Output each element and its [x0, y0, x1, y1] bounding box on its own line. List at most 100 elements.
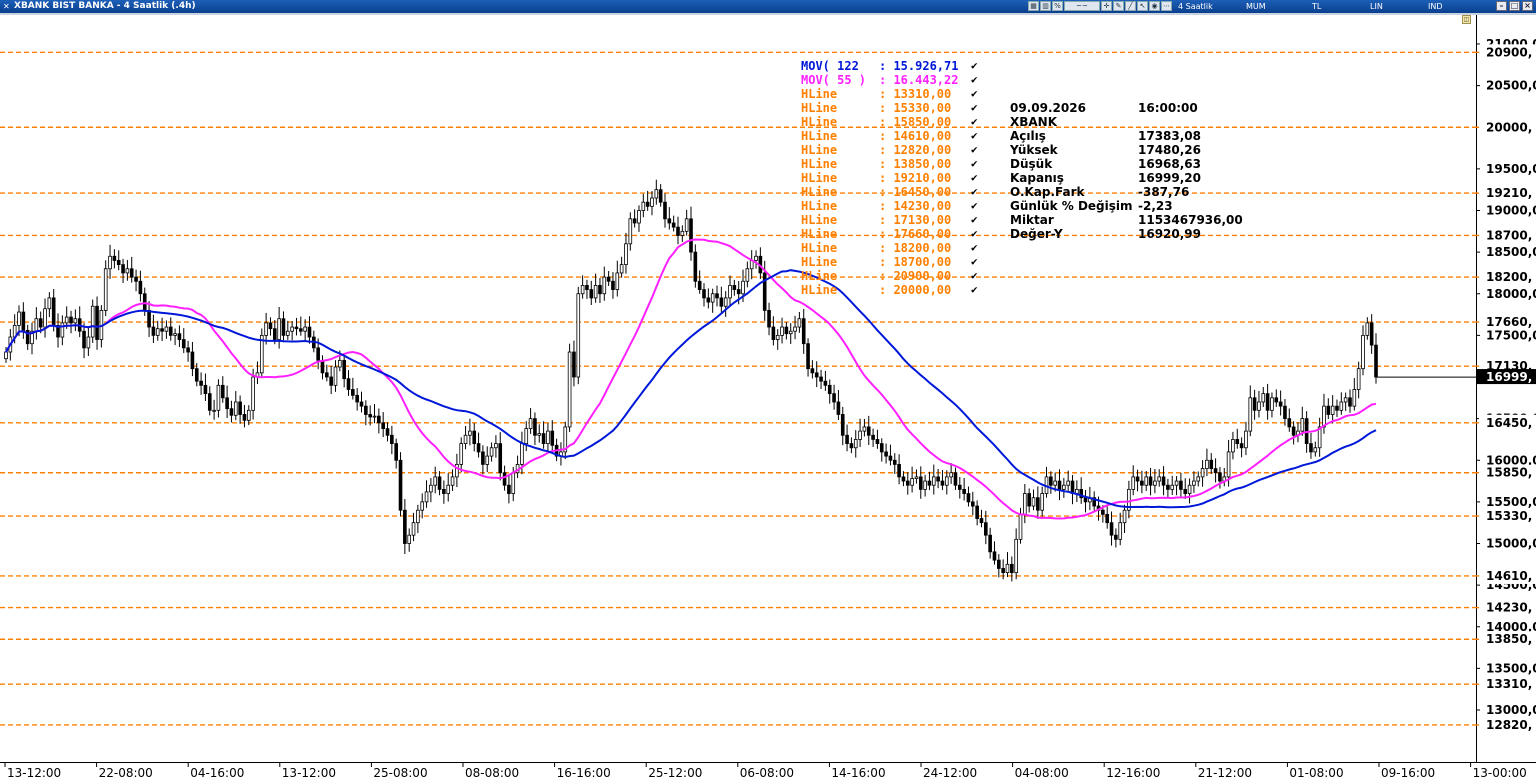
- legend-row[interactable]: HLine: 19210,00 ✔: [801, 171, 991, 185]
- more-icon[interactable]: ⋯: [1161, 1, 1172, 11]
- candle-body: [697, 280, 702, 290]
- mode-button-ind[interactable]: IND: [1428, 0, 1443, 13]
- x-tick-label: 01-08:00: [1289, 766, 1343, 779]
- legend-row[interactable]: HLine: 18200,00 ✔: [801, 241, 991, 255]
- percent-icon[interactable]: %: [1052, 1, 1063, 11]
- x-tick-label: 16-16:00: [557, 766, 611, 779]
- mode-button-tl[interactable]: TL: [1312, 0, 1321, 13]
- maximize-icon[interactable]: □: [1509, 1, 1520, 11]
- candle-body: [632, 218, 637, 224]
- legend-row[interactable]: MOV( 55 ): 16.443,22 ✔: [801, 73, 991, 87]
- candle-body: [840, 414, 845, 436]
- legend-value: : 15330,00: [879, 101, 952, 115]
- checkmark-icon[interactable]: ✔: [971, 101, 978, 115]
- legend-value: : 14610,00: [879, 129, 952, 143]
- candle-body: [299, 328, 303, 332]
- candle-body: [615, 272, 620, 290]
- legend-row[interactable]: HLine: 17660,00 ✔: [801, 227, 991, 241]
- candle-body: [173, 333, 177, 336]
- candle-body: [1239, 443, 1244, 449]
- legend-row[interactable]: HLine: 16450,00 ✔: [801, 185, 991, 199]
- mode-button-mum[interactable]: MUM: [1246, 0, 1266, 13]
- eye-icon[interactable]: ◉: [1149, 1, 1160, 11]
- cursor-icon[interactable]: ↖: [1137, 1, 1148, 11]
- candle-body: [285, 330, 290, 336]
- checkmark-icon[interactable]: ✔: [971, 87, 978, 101]
- chart-icon[interactable]: ▥: [1040, 1, 1051, 11]
- price-chart[interactable]: 21000,020500,020000,019500,019000,018500…: [0, 15, 1536, 779]
- checkmark-icon[interactable]: ✔: [971, 157, 978, 171]
- checkmark-icon[interactable]: ✔: [971, 283, 978, 297]
- info-panel: 09.09.2026 16:00:00 XBANK Açılış 17383,08 Yük…: [1010, 101, 1250, 241]
- period-selector[interactable]: 4 Saatlik: [1178, 0, 1213, 13]
- x-tick-label: 24-12:00: [923, 766, 977, 779]
- candle-body: [923, 480, 927, 490]
- checkmark-icon[interactable]: ✔: [971, 171, 978, 185]
- info-value: 16999,20: [1138, 171, 1202, 185]
- candle-body: [155, 328, 160, 336]
- pen-icon[interactable]: ✎: [1113, 1, 1124, 11]
- legend-row[interactable]: HLine: 17130,00 ✔: [801, 213, 991, 227]
- legend-row[interactable]: HLine: 13850,00 ✔: [801, 157, 991, 171]
- x-tick-label: 06-08:00: [740, 766, 794, 779]
- window-menu-icon[interactable]: ✕: [3, 2, 11, 11]
- info-row: 09.09.2026 16:00:00: [1010, 101, 1250, 115]
- candle-body: [251, 376, 255, 411]
- legend-row[interactable]: MOV( 122 : 15.926,71 ✔: [801, 59, 991, 73]
- line-icon[interactable]: ╱: [1125, 1, 1136, 11]
- candle-body: [866, 426, 871, 436]
- candle-body: [858, 430, 862, 440]
- candle-body: [715, 293, 719, 299]
- candle-body: [69, 316, 73, 324]
- candle-body: [489, 447, 494, 457]
- info-key: Günlük % Değişim: [1010, 199, 1133, 213]
- candle-body: [450, 476, 455, 486]
- legend-value: : 12820,00: [879, 143, 952, 157]
- checkmark-icon[interactable]: ✔: [971, 115, 978, 129]
- candle-body: [1265, 393, 1270, 411]
- checkmark-icon[interactable]: ✔: [971, 255, 978, 269]
- legend-row[interactable]: HLine: 14610,00 ✔: [801, 129, 991, 143]
- checkmark-icon[interactable]: ✔: [971, 73, 978, 87]
- candle-body: [624, 243, 628, 266]
- candle-body: [788, 330, 793, 335]
- checkmark-icon[interactable]: ✔: [971, 269, 978, 283]
- candle-body: [1114, 534, 1118, 540]
- candle-body: [684, 218, 689, 232]
- candle-body: [446, 484, 451, 494]
- legend-row[interactable]: HLine: 12820,00 ✔: [801, 143, 991, 157]
- candle-body: [346, 378, 351, 390]
- grid-icon[interactable]: ▦: [1028, 1, 1039, 11]
- candle-body: [849, 443, 854, 449]
- indicator-icon[interactable]: ~~: [1064, 1, 1100, 11]
- checkmark-icon[interactable]: ✔: [971, 59, 978, 73]
- mov-122-line: [5, 269, 1377, 509]
- x-tick-label: 14-16:00: [831, 766, 885, 779]
- legend-row[interactable]: HLine: 15330,00 ✔: [801, 101, 991, 115]
- candle-body: [728, 285, 732, 299]
- close-icon[interactable]: ×: [1522, 1, 1533, 11]
- mode-button-lin[interactable]: LIN: [1370, 0, 1383, 13]
- candle-body: [606, 276, 611, 282]
- candle-body: [416, 509, 420, 524]
- legend-row[interactable]: HLine: 14230,00 ✔: [801, 199, 991, 213]
- checkmark-icon[interactable]: ✔: [971, 227, 978, 241]
- candle-body: [1001, 568, 1005, 574]
- legend-name: HLine: [801, 157, 838, 171]
- minimize-icon[interactable]: –: [1496, 1, 1507, 11]
- legend-row[interactable]: HLine: 18700,00 ✔: [801, 255, 991, 269]
- cross-icon[interactable]: ✛: [1101, 1, 1112, 11]
- checkmark-icon[interactable]: ✔: [971, 213, 978, 227]
- legend-value: : 15.926,71: [879, 59, 959, 73]
- checkmark-icon[interactable]: ✔: [971, 143, 978, 157]
- candle-body: [1153, 480, 1157, 486]
- legend-row[interactable]: HLine: 20900,00 ✔: [801, 269, 991, 283]
- legend-row[interactable]: HLine: 15850,00 ✔: [801, 115, 991, 129]
- checkmark-icon[interactable]: ✔: [971, 241, 978, 255]
- legend-row[interactable]: HLine: 20000,00 ✔: [801, 283, 991, 297]
- candle-body: [1083, 497, 1088, 503]
- legend-row[interactable]: HLine: 13310,00 ✔: [801, 87, 991, 101]
- checkmark-icon[interactable]: ✔: [971, 185, 978, 199]
- checkmark-icon[interactable]: ✔: [971, 199, 978, 213]
- checkmark-icon[interactable]: ✔: [971, 129, 978, 143]
